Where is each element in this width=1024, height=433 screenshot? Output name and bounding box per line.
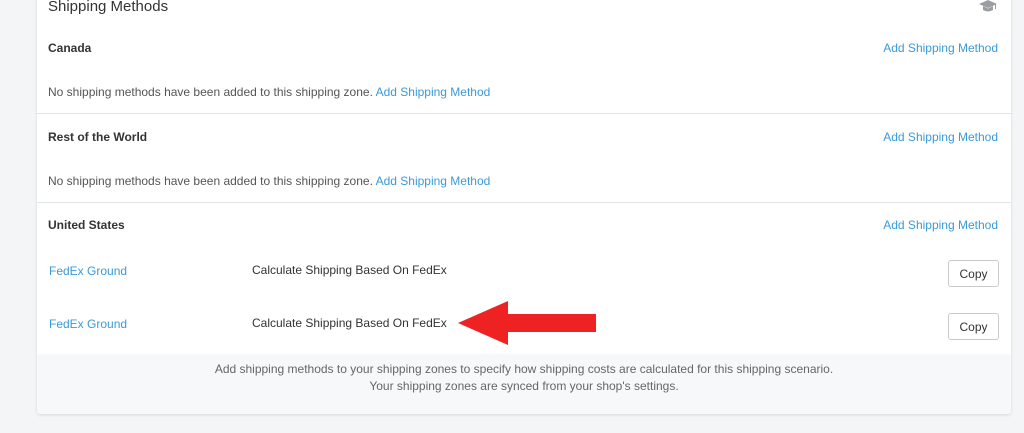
zone-name: Canada: [48, 41, 92, 55]
zone-rest-of-world: Rest of the World Add Shipping Method No…: [37, 113, 1011, 203]
zone-name: United States: [48, 218, 125, 232]
empty-zone-message: No shipping methods have been added to t…: [48, 174, 490, 188]
card-footer: Add shipping methods to your shipping zo…: [37, 354, 1011, 414]
shipping-method-link[interactable]: FedEx Ground: [49, 264, 127, 278]
zone-canada: Canada Add Shipping Method No shipping m…: [37, 22, 1011, 114]
empty-zone-text: No shipping methods have been added to t…: [48, 174, 373, 188]
add-shipping-method-inline-link[interactable]: Add Shipping Method: [376, 174, 491, 188]
shipping-method-description: Calculate Shipping Based On FedEx: [252, 316, 447, 330]
footer-sync-text: Your shipping zones are synced from your…: [369, 379, 679, 393]
left-arrow-icon: [458, 301, 596, 345]
add-shipping-method-link[interactable]: Add Shipping Method: [883, 41, 998, 55]
add-shipping-method-inline-link[interactable]: Add Shipping Method: [376, 85, 491, 99]
copy-button[interactable]: Copy: [948, 313, 999, 340]
empty-zone-message: No shipping methods have been added to t…: [48, 85, 490, 99]
copy-button[interactable]: Copy: [948, 260, 999, 287]
empty-zone-text: No shipping methods have been added to t…: [48, 85, 373, 99]
shipping-method-description: Calculate Shipping Based On FedEx: [252, 263, 447, 277]
card-title: Shipping Methods: [48, 0, 169, 15]
add-shipping-method-link[interactable]: Add Shipping Method: [883, 218, 998, 232]
graduation-cap-icon[interactable]: [979, 0, 997, 13]
footer-help-text: Add shipping methods to your shipping zo…: [214, 362, 834, 376]
zone-name: Rest of the World: [48, 130, 148, 144]
shipping-method-link[interactable]: FedEx Ground: [49, 317, 127, 331]
add-shipping-method-link[interactable]: Add Shipping Method: [883, 130, 998, 144]
shipping-methods-card: Shipping Methods Canada Add Shipping Met…: [37, 0, 1011, 414]
